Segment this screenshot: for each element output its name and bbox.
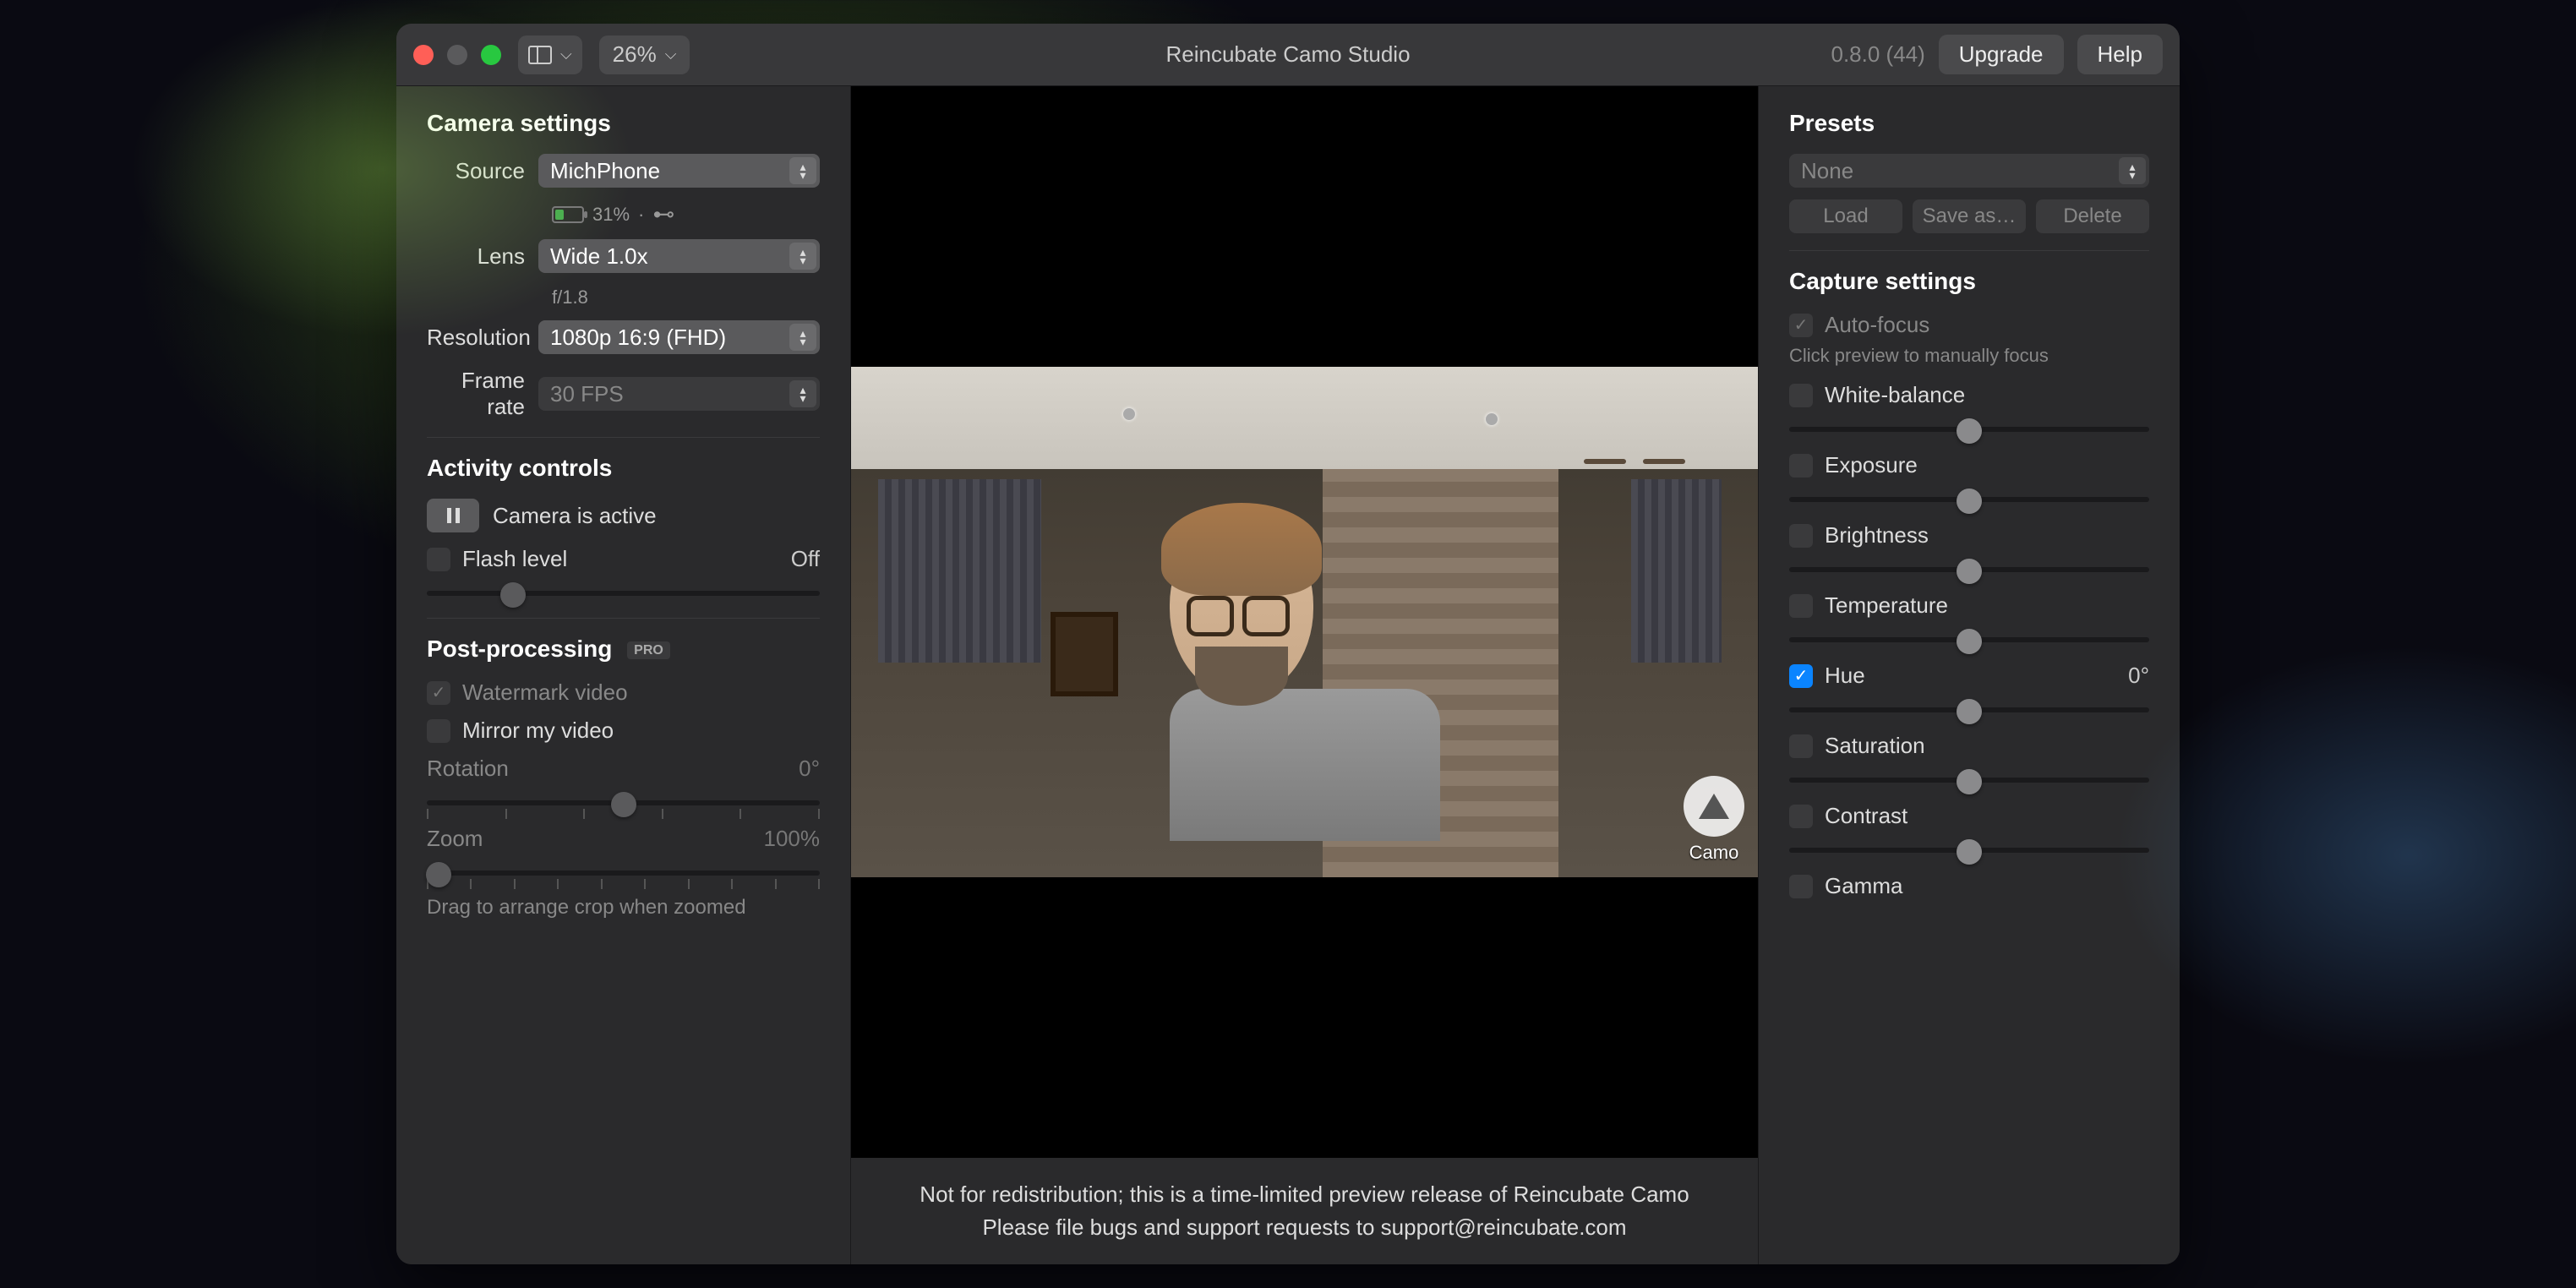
- maximize-window[interactable]: [481, 45, 501, 65]
- white-balance-slider[interactable]: [1789, 420, 2149, 437]
- zoom-level-dropdown[interactable]: 26% ⌵: [599, 35, 690, 74]
- preset-value: None: [1801, 158, 1853, 184]
- framerate-value: 30 FPS: [550, 381, 624, 407]
- save-as-button[interactable]: Save as…: [1913, 199, 2026, 233]
- flash-checkbox[interactable]: [427, 548, 450, 571]
- mirror-checkbox[interactable]: [427, 719, 450, 743]
- stepper-arrows-icon: ▴▾: [789, 157, 816, 184]
- mirror-label: Mirror my video: [462, 718, 614, 744]
- watermark-checkbox: ✓: [427, 681, 450, 705]
- upgrade-button[interactable]: Upgrade: [1939, 35, 2064, 74]
- saturation-slider[interactable]: [1789, 771, 2149, 788]
- contrast-checkbox[interactable]: [1789, 805, 1813, 828]
- video-preview[interactable]: Camo: [851, 367, 1758, 877]
- temperature-label: Temperature: [1825, 592, 1948, 619]
- zoom-label: Zoom: [427, 826, 483, 852]
- minimize-window[interactable]: [447, 45, 467, 65]
- stepper-arrows-icon: ▴▾: [789, 243, 816, 270]
- activity-controls-heading: Activity controls: [427, 455, 820, 482]
- app-window: ⌵ 26% ⌵ Reincubate Camo Studio 0.8.0 (44…: [396, 24, 2180, 1264]
- framerate-label: Frame rate: [427, 368, 538, 420]
- gamma-label: Gamma: [1825, 873, 1902, 899]
- camera-status: Camera is active: [493, 503, 657, 529]
- chevron-down-icon: ⌵: [665, 46, 677, 63]
- titlebar: ⌵ 26% ⌵ Reincubate Camo Studio 0.8.0 (44…: [396, 24, 2180, 86]
- traffic-lights: [413, 45, 501, 65]
- flash-label: Flash level: [462, 546, 567, 572]
- white-balance-checkbox[interactable]: [1789, 384, 1813, 407]
- person: [1170, 520, 1440, 841]
- temperature-slider[interactable]: [1789, 630, 2149, 647]
- watermark-label: Watermark video: [462, 679, 628, 706]
- flash-value: Off: [791, 546, 820, 572]
- resolution-select[interactable]: 1080p 16:9 (FHD) ▴▾: [538, 320, 820, 354]
- footer-note: Not for redistribution; this is a time-l…: [851, 1158, 1758, 1264]
- camo-logo-icon: [1699, 794, 1729, 819]
- delete-button[interactable]: Delete: [2036, 199, 2149, 233]
- autofocus-label: Auto-focus: [1825, 312, 1929, 338]
- source-value: MichPhone: [550, 158, 660, 184]
- watermark-text: Camo: [1684, 842, 1744, 864]
- stepper-arrows-icon: ▴▾: [789, 380, 816, 407]
- pause-button[interactable]: [427, 499, 479, 532]
- hue-slider[interactable]: [1789, 701, 2149, 718]
- stepper-arrows-icon: ▴▾: [789, 324, 816, 351]
- preset-select[interactable]: None ▴▾: [1789, 154, 2149, 188]
- gamma-checkbox[interactable]: [1789, 875, 1813, 898]
- source-select[interactable]: MichPhone ▴▾: [538, 154, 820, 188]
- pause-icon: [447, 508, 460, 523]
- dot-separator: ·: [638, 204, 644, 226]
- toggle-sidebar-button[interactable]: ⌵: [518, 35, 582, 74]
- saturation-checkbox[interactable]: [1789, 734, 1813, 758]
- battery-icon: [552, 206, 584, 223]
- exposure-slider[interactable]: [1789, 490, 2149, 507]
- post-processing-heading: Post-processing PRO: [427, 636, 820, 663]
- zoom-value: 100%: [764, 826, 821, 852]
- lens-value: Wide 1.0x: [550, 243, 648, 270]
- center-panel: Camo Not for redistribution; this is a t…: [851, 86, 1759, 1264]
- autofocus-hint: Click preview to manually focus: [1789, 345, 2149, 367]
- usb-icon: ⊷: [652, 201, 674, 227]
- note-line-2: Please file bugs and support requests to…: [871, 1211, 1738, 1244]
- hue-checkbox[interactable]: ✓: [1789, 664, 1813, 688]
- brightness-checkbox[interactable]: [1789, 524, 1813, 548]
- zoom-level-value: 26%: [613, 41, 657, 68]
- chevron-down-icon: ⌵: [560, 46, 572, 63]
- window-title: Reincubate Camo Studio: [1165, 41, 1410, 68]
- load-button[interactable]: Load: [1789, 199, 1902, 233]
- version-label: 0.8.0 (44): [1831, 41, 1924, 68]
- note-line-1: Not for redistribution; this is a time-l…: [871, 1178, 1738, 1211]
- help-button[interactable]: Help: [2077, 35, 2163, 74]
- zoom-hint: Drag to arrange crop when zoomed: [427, 896, 820, 920]
- hue-label: Hue: [1825, 663, 1865, 689]
- zoom-slider: [427, 864, 820, 881]
- saturation-label: Saturation: [1825, 733, 1925, 759]
- capture-settings-heading: Capture settings: [1789, 268, 2149, 295]
- brightness-label: Brightness: [1825, 522, 1929, 548]
- flash-slider[interactable]: [427, 584, 820, 601]
- white-balance-label: White-balance: [1825, 382, 1965, 408]
- sidebar-icon: [528, 46, 552, 64]
- post-processing-label: Post-processing: [427, 636, 612, 662]
- contrast-label: Contrast: [1825, 803, 1907, 829]
- rotation-slider: [427, 794, 820, 810]
- close-window[interactable]: [413, 45, 434, 65]
- stepper-arrows-icon: ▴▾: [2119, 157, 2146, 184]
- exposure-label: Exposure: [1825, 452, 1918, 478]
- rotation-label: Rotation: [427, 756, 509, 782]
- temperature-checkbox[interactable]: [1789, 594, 1813, 618]
- exposure-checkbox[interactable]: [1789, 454, 1813, 478]
- brightness-slider[interactable]: [1789, 560, 2149, 577]
- lens-select[interactable]: Wide 1.0x ▴▾: [538, 239, 820, 273]
- ceiling-fan: [1584, 459, 1685, 464]
- framerate-select: 30 FPS ▴▾: [538, 377, 820, 411]
- rotation-value: 0°: [799, 756, 820, 782]
- autofocus-checkbox: ✓: [1789, 314, 1813, 337]
- resolution-value: 1080p 16:9 (FHD): [550, 325, 726, 351]
- watermark: Camo: [1684, 776, 1744, 864]
- contrast-slider[interactable]: [1789, 841, 2149, 858]
- presets-heading: Presets: [1789, 110, 2149, 137]
- pro-badge: PRO: [627, 641, 670, 659]
